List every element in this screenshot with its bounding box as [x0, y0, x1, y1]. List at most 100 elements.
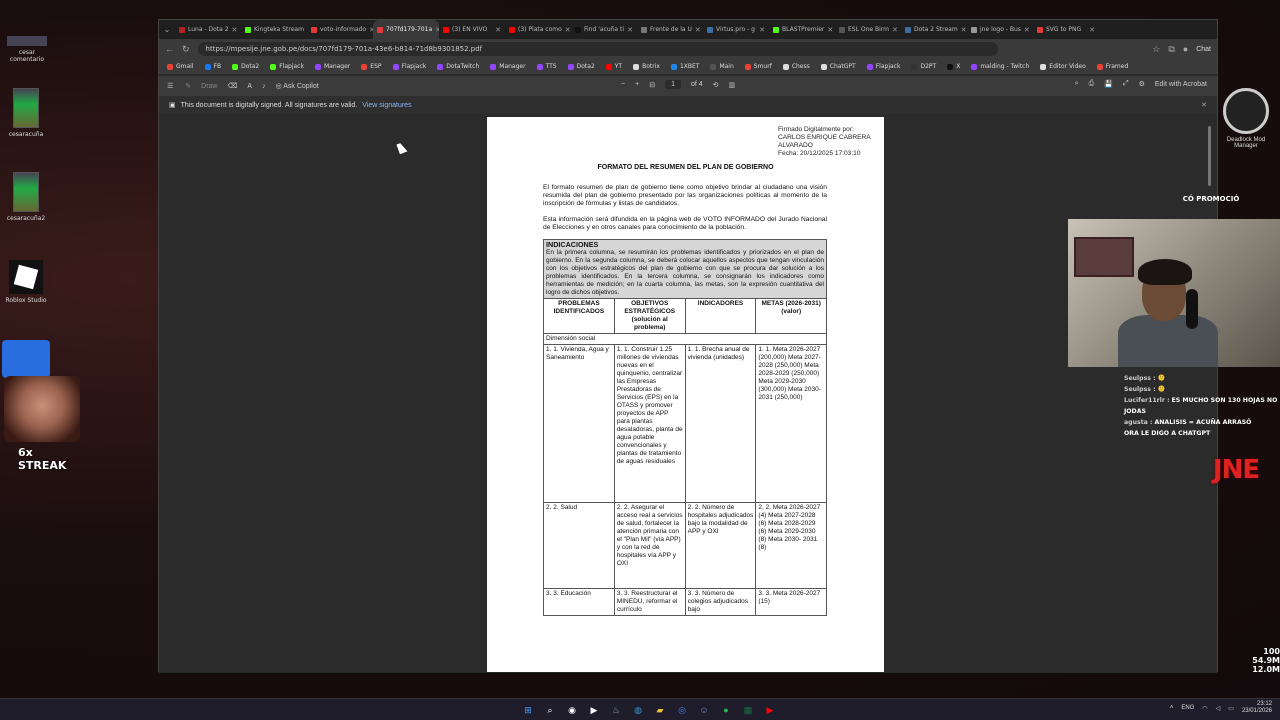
browser-tab[interactable]: 707fd179-701a ✕ — [373, 20, 439, 39]
bookmark-item[interactable]: D2PT — [911, 63, 936, 70]
save-icon[interactable]: 💾 — [1104, 80, 1113, 88]
bookmark-item[interactable]: Flapjack — [866, 63, 900, 70]
bookmark-item[interactable]: ChatGPT — [820, 63, 856, 70]
extensions-icon[interactable]: ⧉ — [1168, 44, 1174, 55]
browser-tab[interactable]: voto-informado ✕ — [307, 20, 373, 39]
bookmark-item[interactable]: Manager — [314, 63, 350, 70]
bookmark-item[interactable]: Gmail — [167, 63, 194, 70]
rotate-icon[interactable]: ⟲ — [713, 81, 719, 89]
language-indicator[interactable]: ENG — [1181, 705, 1194, 711]
bookmark-item[interactable]: Chess — [782, 63, 810, 70]
bookmark-item[interactable]: Framed — [1096, 63, 1128, 70]
bookmark-item[interactable]: DotaTwitch — [437, 63, 479, 70]
spotify-icon[interactable]: ● — [718, 702, 734, 718]
browser-tab[interactable]: Kingteka Stream✕ — [241, 20, 307, 39]
browser-tab[interactable]: ESL One Birm ✕ — [835, 20, 901, 39]
bookmark-item[interactable]: Main — [710, 63, 734, 70]
bookmark-item[interactable]: Smurf — [744, 63, 772, 70]
draw-button[interactable]: Draw — [201, 83, 217, 90]
desktop-icon-roblox-studio[interactable]: Roblox Studio — [2, 260, 50, 304]
highlight-icon[interactable]: ✎ — [185, 82, 191, 90]
desktop-icon-cesar-comentario[interactable]: cesar comentario — [2, 36, 52, 63]
browser-tab[interactable]: Frente de la U ✕ — [637, 20, 703, 39]
bookmark-item[interactable]: Dota2 — [232, 63, 259, 70]
tab-close-icon[interactable]: ✕ — [232, 26, 238, 34]
bookmark-item[interactable]: X — [947, 63, 960, 70]
tab-close-icon[interactable]: ✕ — [1024, 26, 1030, 34]
tab-close-icon[interactable]: ✕ — [759, 26, 765, 34]
bookmark-item[interactable]: malding - Twitch — [971, 63, 1029, 70]
bookmark-item[interactable]: 1XBET — [670, 63, 699, 70]
contents-icon[interactable]: ☰ — [167, 82, 173, 90]
search-icon[interactable]: ⌕ — [542, 702, 558, 718]
settings-icon[interactable]: ⚙ — [1139, 80, 1145, 88]
chrome-icon[interactable]: ◎ — [674, 702, 690, 718]
bookmark-item[interactable]: Botrix — [633, 63, 660, 70]
back-icon[interactable]: ← — [165, 44, 174, 54]
bookmark-item[interactable]: Manager — [490, 63, 526, 70]
bookmark-item[interactable]: TTS — [536, 63, 557, 70]
discord-icon[interactable]: ☺ — [696, 702, 712, 718]
view-signatures-link[interactable]: View signatures — [362, 102, 411, 109]
star-icon[interactable]: ☆ — [1152, 44, 1160, 55]
browser-tab[interactable]: (3) Plata como ✕ — [505, 20, 571, 39]
fit-page-icon[interactable]: ⊟ — [649, 81, 655, 89]
tab-search-icon[interactable]: ⌄ — [159, 25, 175, 34]
bookmark-item[interactable]: FB — [204, 63, 221, 70]
reload-icon[interactable]: ↻ — [182, 44, 190, 55]
page-view-icon[interactable]: ▥ — [729, 81, 736, 89]
fullscreen-icon[interactable]: ⤢ — [1123, 80, 1129, 88]
media-icon[interactable]: ▶ — [586, 702, 602, 718]
bookmark-item[interactable]: Editor Video — [1040, 63, 1086, 70]
youtube-icon[interactable]: ▶ — [762, 702, 778, 718]
explorer-icon[interactable]: ▰ — [652, 702, 668, 718]
close-icon[interactable]: ✕ — [1201, 101, 1207, 109]
search-icon[interactable]: ⌕ — [1075, 80, 1079, 88]
chat-button[interactable]: Chat — [1196, 46, 1211, 53]
bookmark-item[interactable]: YT — [605, 63, 622, 70]
tab-close-icon[interactable]: ✕ — [695, 26, 701, 34]
tab-close-icon[interactable]: ✕ — [627, 26, 633, 34]
wifi-icon[interactable]: ◠ — [1202, 705, 1207, 712]
browser-tab[interactable]: jne logo - Bus ✕ — [967, 20, 1033, 39]
bookmark-item[interactable]: Flapjack — [392, 63, 426, 70]
page-number-input[interactable]: 1 — [665, 80, 681, 89]
volume-icon[interactable]: ◁ — [1216, 705, 1221, 712]
bookmark-item[interactable]: Dota2 — [567, 63, 595, 70]
start-icon[interactable]: ⊞ — [520, 702, 536, 718]
text-icon[interactable]: A — [247, 83, 252, 90]
excel-icon[interactable]: ▦ — [740, 702, 756, 718]
deadlock-mod-manager-icon[interactable]: Deadlock Mod Manager — [1220, 88, 1272, 149]
roblox-app-icon[interactable] — [2, 340, 50, 378]
url-field[interactable]: https://mpesije.jne.gob.pe/docs/707fd179… — [197, 42, 998, 56]
browser-tab[interactable]: SVG to PNG ✕ — [1033, 20, 1099, 39]
print-icon[interactable]: ⎙ — [1089, 80, 1095, 88]
edit-with-acrobat-button[interactable]: Edit with Acrobat — [1155, 81, 1207, 88]
tab-close-icon[interactable]: ✕ — [892, 26, 898, 34]
obs-icon[interactable]: ◉ — [564, 702, 580, 718]
erase-icon[interactable]: ⌫ — [228, 82, 238, 90]
browser-tab[interactable]: Luna - Dota 2 ✕ — [175, 20, 241, 39]
tray-chevron-icon[interactable]: ˄ — [1170, 705, 1174, 711]
desktop-icon-cesaracuna2[interactable]: cesaracuña2 — [4, 172, 48, 222]
browser-tab[interactable]: BLASTPremier ✕ — [769, 20, 835, 39]
clock[interactable]: 23:12 23/01/2026 — [1242, 701, 1272, 715]
browser-tab[interactable]: (3) EN VIVO ✕ — [439, 20, 505, 39]
battery-icon[interactable]: ▭ — [1228, 705, 1234, 712]
browser-tab[interactable]: Find 'acuña ti ✕ — [571, 20, 637, 39]
read-aloud-icon[interactable]: ♪ — [262, 83, 266, 90]
scrollbar-thumb[interactable] — [1208, 126, 1211, 186]
tab-close-icon[interactable]: ✕ — [1089, 26, 1095, 34]
bookmark-item[interactable]: ESP — [361, 63, 382, 70]
bookmark-item[interactable]: Flapjack — [270, 63, 304, 70]
desktop-icon-cesaracuna[interactable]: cesaracuña — [4, 88, 48, 138]
tab-close-icon[interactable]: ✕ — [495, 26, 501, 34]
browser-tab[interactable]: Virtus.pro - g ✕ — [703, 20, 769, 39]
tab-close-icon[interactable]: ✕ — [961, 26, 967, 34]
profile-icon[interactable]: ● — [1183, 44, 1188, 54]
ask-copilot-button[interactable]: ◎ Ask Copilot — [276, 82, 319, 90]
tab-close-icon[interactable]: ✕ — [827, 26, 833, 34]
zoom-out-button[interactable]: − — [621, 81, 625, 88]
zoom-in-button[interactable]: + — [635, 81, 639, 88]
edge-icon[interactable]: ◍ — [630, 702, 646, 718]
